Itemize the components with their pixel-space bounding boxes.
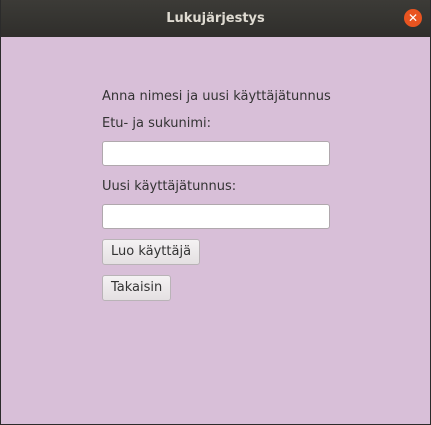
username-input[interactable]: [102, 204, 330, 229]
username-label: Uusi käyttäjätunnus:: [102, 179, 237, 194]
name-input[interactable]: [102, 141, 330, 166]
create-user-button[interactable]: Luo käyttäjä: [102, 239, 201, 265]
name-label: Etu- ja sukunimi:: [102, 116, 211, 131]
window-title: Lukujärjestys: [166, 11, 265, 26]
title-bar[interactable]: Lukujärjestys ✕: [1, 0, 430, 37]
create-user-form: Anna nimesi ja uusi käyttäjätunnus Etu- …: [102, 88, 331, 301]
app-window: Lukujärjestys ✕ Anna nimesi ja uusi käyt…: [0, 0, 431, 425]
intro-text: Anna nimesi ja uusi käyttäjätunnus: [102, 89, 331, 104]
back-button[interactable]: Takaisin: [102, 275, 172, 301]
close-icon[interactable]: ✕: [404, 9, 422, 27]
